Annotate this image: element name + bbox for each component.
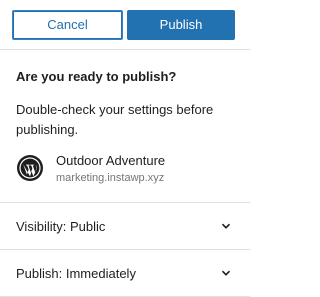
chevron-down-icon xyxy=(221,223,231,229)
prepublish-header: Cancel Publish xyxy=(0,0,250,50)
chevron-down-icon xyxy=(221,270,231,276)
visibility-label: Visibility: Public xyxy=(16,218,106,234)
wordpress-icon xyxy=(17,155,43,181)
prepublish-description: Double-check your settings before publis… xyxy=(16,102,214,137)
site-text: Outdoor Adventure marketing.instawp.xyz xyxy=(56,152,165,186)
site-name: Outdoor Adventure xyxy=(56,153,166,168)
publish-schedule-label: Publish: Immediately xyxy=(16,265,136,281)
site-url: marketing.instawp.xyz xyxy=(56,172,165,184)
prepublish-heading: Are you ready to publish? xyxy=(16,69,177,84)
cancel-button[interactable]: Cancel xyxy=(12,9,123,40)
visibility-panel-toggle[interactable]: Visibility: Public xyxy=(0,203,250,250)
publish-schedule-panel-toggle[interactable]: Publish: Immediately xyxy=(0,250,250,297)
site-info: Outdoor Adventure marketing.instawp.xyz xyxy=(16,152,234,192)
prepublish-panel: Are you ready to publish? Double-check y… xyxy=(0,50,250,203)
publish-button[interactable]: Publish xyxy=(127,9,235,40)
